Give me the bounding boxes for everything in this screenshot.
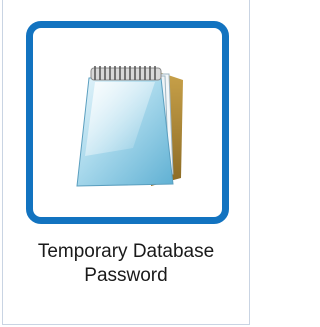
shortcut-label-line1: Temporary Database	[37, 241, 215, 262]
shortcut-label-line2: Password	[84, 265, 168, 286]
shortcut-tile[interactable]: Temporary Database Password	[2, 0, 250, 325]
notepad-icon	[76, 66, 183, 187]
icon-selection-frame[interactable]	[26, 21, 229, 224]
shortcut-label[interactable]: Temporary Database Password	[3, 240, 249, 288]
